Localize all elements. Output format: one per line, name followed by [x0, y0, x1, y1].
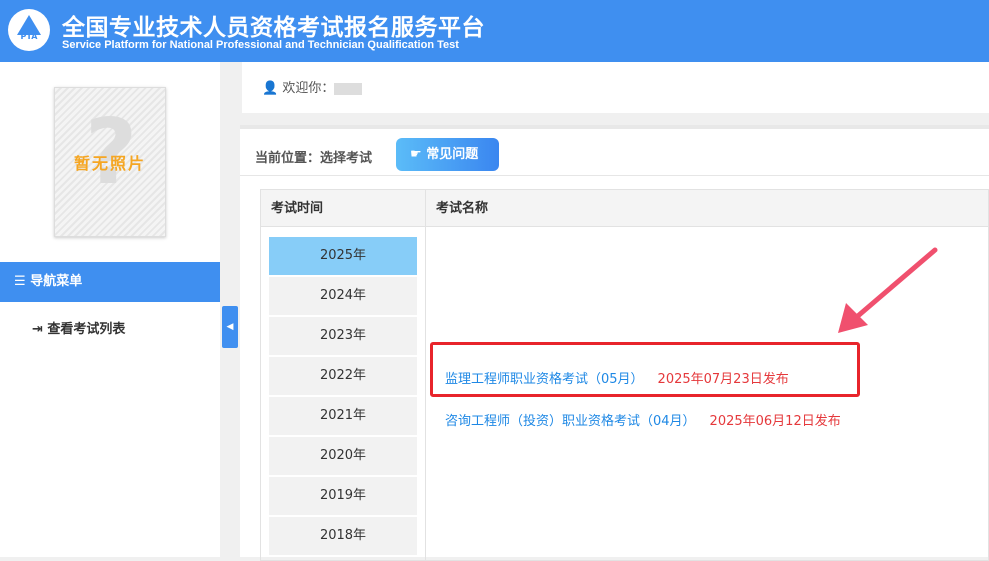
- site-title: 全国专业技术人员资格考试报名服务平台: [62, 15, 485, 41]
- nav-menu-title: 导航菜单: [30, 274, 83, 289]
- year-item[interactable]: 2018年: [269, 517, 417, 555]
- year-list: 2025年 2024年 2023年 2022年 2021年 2020年 2019…: [269, 237, 417, 557]
- site-subtitle: Service Platform for National Profession…: [62, 39, 459, 51]
- faq-label: 常见问题: [426, 147, 479, 162]
- header: PTA 全国专业技术人员资格考试报名服务平台 Service Platform …: [0, 0, 989, 62]
- pointing-hand-icon: ☛: [410, 147, 427, 162]
- pta-logo: PTA: [8, 9, 50, 51]
- year-item[interactable]: 2021年: [269, 397, 417, 435]
- nav-item-exam-list[interactable]: ⇥ 查看考试列表: [32, 318, 125, 337]
- exam-row: 咨询工程师（投资）职业资格考试（04月） 2025年06月12日发布: [445, 410, 841, 429]
- photo-placeholder-text: 暂无照片: [73, 154, 146, 173]
- header-exam-name: 考试名称: [426, 190, 988, 227]
- header-exam-time: 考试时间: [261, 190, 426, 227]
- year-item[interactable]: 2025年: [269, 237, 417, 275]
- sign-in-icon: ⇥: [32, 322, 48, 337]
- exam-publish-date: 2025年06月12日发布: [709, 414, 841, 429]
- highlight-box: [430, 342, 860, 397]
- year-item[interactable]: 2019年: [269, 477, 417, 515]
- nav-item-label: 查看考试列表: [47, 322, 126, 337]
- sidebar-collapse-toggle[interactable]: ◀: [222, 306, 238, 348]
- faq-button[interactable]: ☛ 常见问题: [396, 138, 499, 171]
- sidebar: ? 暂无照片 ☰ 导航菜单 ⇥ 查看考试列表: [0, 62, 220, 557]
- arrow-annotation: [838, 247, 938, 333]
- year-item[interactable]: 2023年: [269, 317, 417, 355]
- exam-link[interactable]: 咨询工程师（投资）职业资格考试（04月）: [445, 414, 696, 429]
- menu-icon: ☰: [14, 274, 31, 289]
- user-photo-placeholder: ? 暂无照片: [54, 87, 166, 237]
- year-item[interactable]: 2024年: [269, 277, 417, 315]
- year-item[interactable]: 2020年: [269, 437, 417, 475]
- welcome-bar: 👤 欢迎你：: [242, 62, 989, 113]
- welcome-label: 欢迎你：: [282, 81, 335, 96]
- user-icon: 👤: [262, 81, 283, 96]
- main-panel: 当前位置：选择考试 ☛ 常见问题 考试时间 考试名称 2025年 2024年 2…: [240, 125, 989, 561]
- year-item[interactable]: 2022年: [269, 357, 417, 395]
- divider: [240, 175, 989, 176]
- breadcrumb: 当前位置：选择考试: [255, 151, 373, 166]
- nav-menu-header: ☰ 导航菜单: [0, 262, 220, 302]
- username-blurred: [334, 82, 363, 95]
